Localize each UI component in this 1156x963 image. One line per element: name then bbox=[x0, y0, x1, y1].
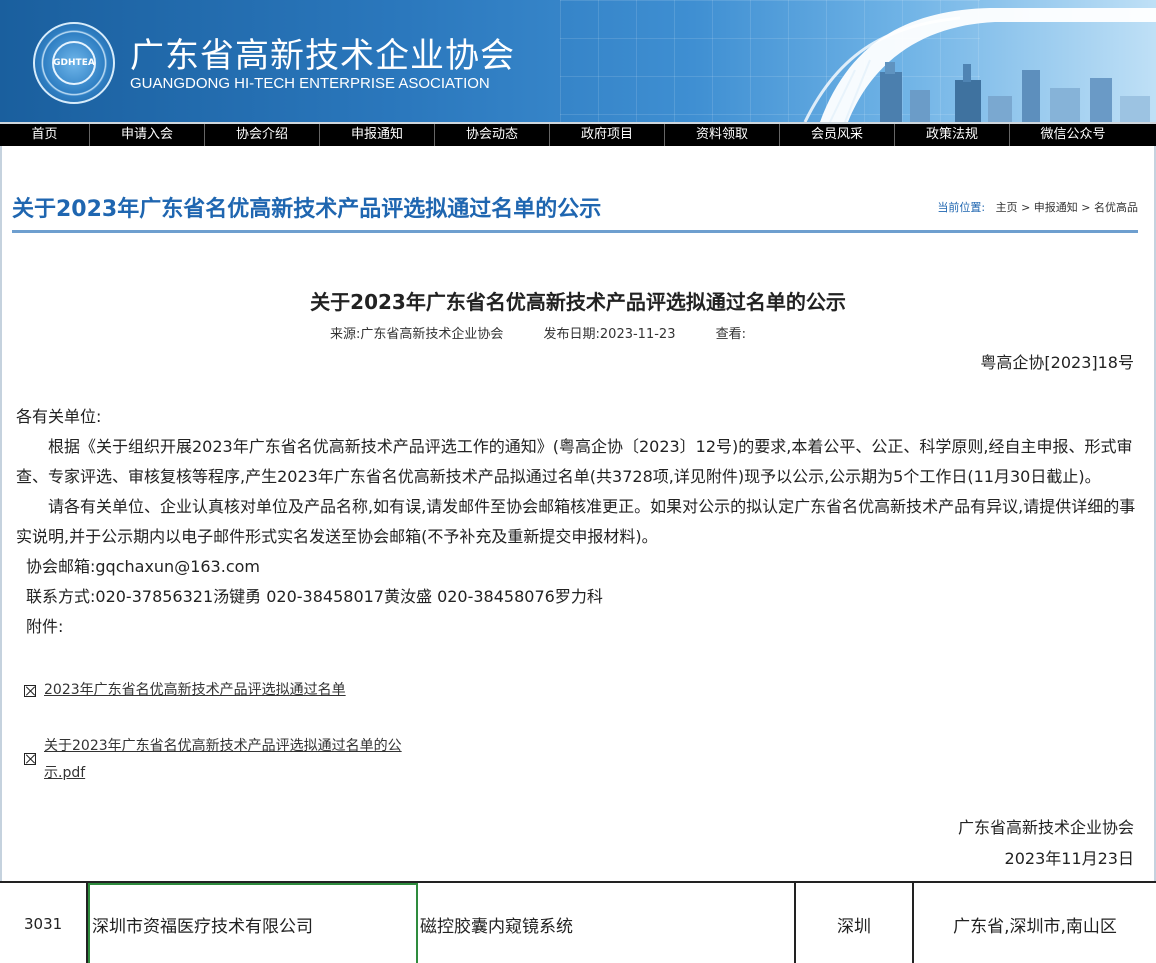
breadcrumb-separator: > bbox=[1081, 201, 1091, 214]
breadcrumb: 当前位置: 主页 > 申报通知 > 名优高品 bbox=[937, 199, 1138, 215]
table-cell-region: 广东省,深圳市,南山区 bbox=[953, 916, 1117, 937]
attachment-link-list[interactable]: 2023年广东省名优高新技术产品评选拟通过名单 bbox=[44, 677, 346, 704]
breadcrumb-label: 当前位置: bbox=[937, 201, 986, 214]
association-logo[interactable]: GDHTEA bbox=[33, 22, 115, 104]
city-skyline-illustration bbox=[803, 8, 1156, 122]
breadcrumb-separator: > bbox=[1021, 201, 1031, 214]
nav-item-members[interactable]: 会员风采 bbox=[780, 124, 895, 146]
attachments-label: 附件: bbox=[26, 617, 64, 636]
nav-item-gov-projects[interactable]: 政府项目 bbox=[550, 124, 665, 146]
main-nav: 首页 申请入会 协会介绍 申报通知 协会动态 政府项目 资料领取 会员风采 政策… bbox=[0, 122, 1156, 146]
signature-org: 广东省高新技术企业协会 bbox=[957, 818, 1134, 837]
table-cell-city: 深圳 bbox=[796, 883, 914, 963]
paragraph-1: 根据《关于组织开展2023年广东省名优高新技术产品评选工作的通知》(粤高企协〔2… bbox=[16, 437, 1133, 486]
article-date: 发布日期:2023-11-23 bbox=[543, 327, 676, 342]
table-row: 3031 深圳市资福医疗技术有限公司 磁控胶囊内窥镜系统 深圳 广东省,深圳市,… bbox=[0, 881, 1156, 963]
nav-item-home[interactable]: 首页 bbox=[0, 124, 90, 146]
site-title: 广东省高新技术企业协会 bbox=[130, 36, 515, 76]
signature-date: 2023年11月23日 bbox=[1004, 849, 1134, 868]
attachment-icon bbox=[24, 685, 36, 697]
association-email: 协会邮箱:gqchaxun@163.com bbox=[26, 557, 260, 576]
attachment-link-pdf-cont[interactable]: 示.pdf bbox=[44, 760, 402, 787]
logo-emblem: GDHTEA bbox=[52, 41, 96, 85]
page-title: 关于2023年广东省名优高新技术产品评选拟通过名单的公示 bbox=[12, 197, 602, 222]
nav-item-join[interactable]: 申请入会 bbox=[90, 124, 205, 146]
document-number: 粤高企协[2023]18号 bbox=[980, 353, 1134, 372]
nav-item-notices[interactable]: 申报通知 bbox=[320, 124, 435, 146]
contact-info: 联系方式:020-37856321汤键勇 020-38458017黄汝盛 020… bbox=[26, 587, 603, 606]
site-subtitle: GUANGDONG HI-TECH ENTERPRISE ASOCIATION bbox=[130, 75, 490, 92]
article-body: 各有关单位: 根据《关于组织开展2023年广东省名优高新技术产品评选工作的通知》… bbox=[16, 402, 1140, 642]
content-left-border bbox=[0, 146, 2, 881]
nav-item-wechat[interactable]: 微信公众号 bbox=[1010, 124, 1136, 146]
article-views: 查看: bbox=[715, 327, 746, 342]
attachment-icon bbox=[24, 753, 36, 765]
attachment-link-pdf[interactable]: 关于2023年广东省名优高新技术产品评选拟通过名单的公 bbox=[44, 733, 402, 760]
header-banner: GDHTEA 广东省高新技术企业协会 GUANGDONG HI-TECH ENT… bbox=[0, 0, 1156, 122]
table-cell-no: 3031 bbox=[0, 883, 88, 963]
title-divider bbox=[12, 230, 1138, 233]
nav-item-resources[interactable]: 资料领取 bbox=[665, 124, 780, 146]
nav-item-news[interactable]: 协会动态 bbox=[435, 124, 550, 146]
article-title: 关于2023年广东省名优高新技术产品评选拟通过名单的公示 bbox=[310, 290, 846, 314]
attachment-2: 关于2023年广东省名优高新技术产品评选拟通过名单的公 示.pdf bbox=[24, 733, 402, 787]
breadcrumb-item-home[interactable]: 主页 bbox=[996, 201, 1018, 214]
breadcrumb-item-notices[interactable]: 申报通知 bbox=[1034, 201, 1078, 214]
nav-item-policies[interactable]: 政策法规 bbox=[895, 124, 1010, 146]
table-cell-company: 深圳市资福医疗技术有限公司 bbox=[88, 883, 418, 963]
attachment-1: 2023年广东省名优高新技术产品评选拟通过名单 bbox=[24, 677, 346, 704]
table-cell-product: 磁控胶囊内窥镜系统 bbox=[418, 883, 796, 963]
article-meta: 来源:广东省高新技术企业协会 发布日期:2023-11-23 查看: bbox=[330, 323, 782, 342]
greeting: 各有关单位: bbox=[16, 407, 102, 426]
paragraph-2: 请各有关单位、企业认真核对单位及产品名称,如有误,请发邮件至协会邮箱核准更正。如… bbox=[16, 497, 1136, 546]
nav-item-about[interactable]: 协会介绍 bbox=[205, 124, 320, 146]
breadcrumb-item-category[interactable]: 名优高品 bbox=[1094, 201, 1138, 214]
article-source: 来源:广东省高新技术企业协会 bbox=[330, 327, 504, 342]
